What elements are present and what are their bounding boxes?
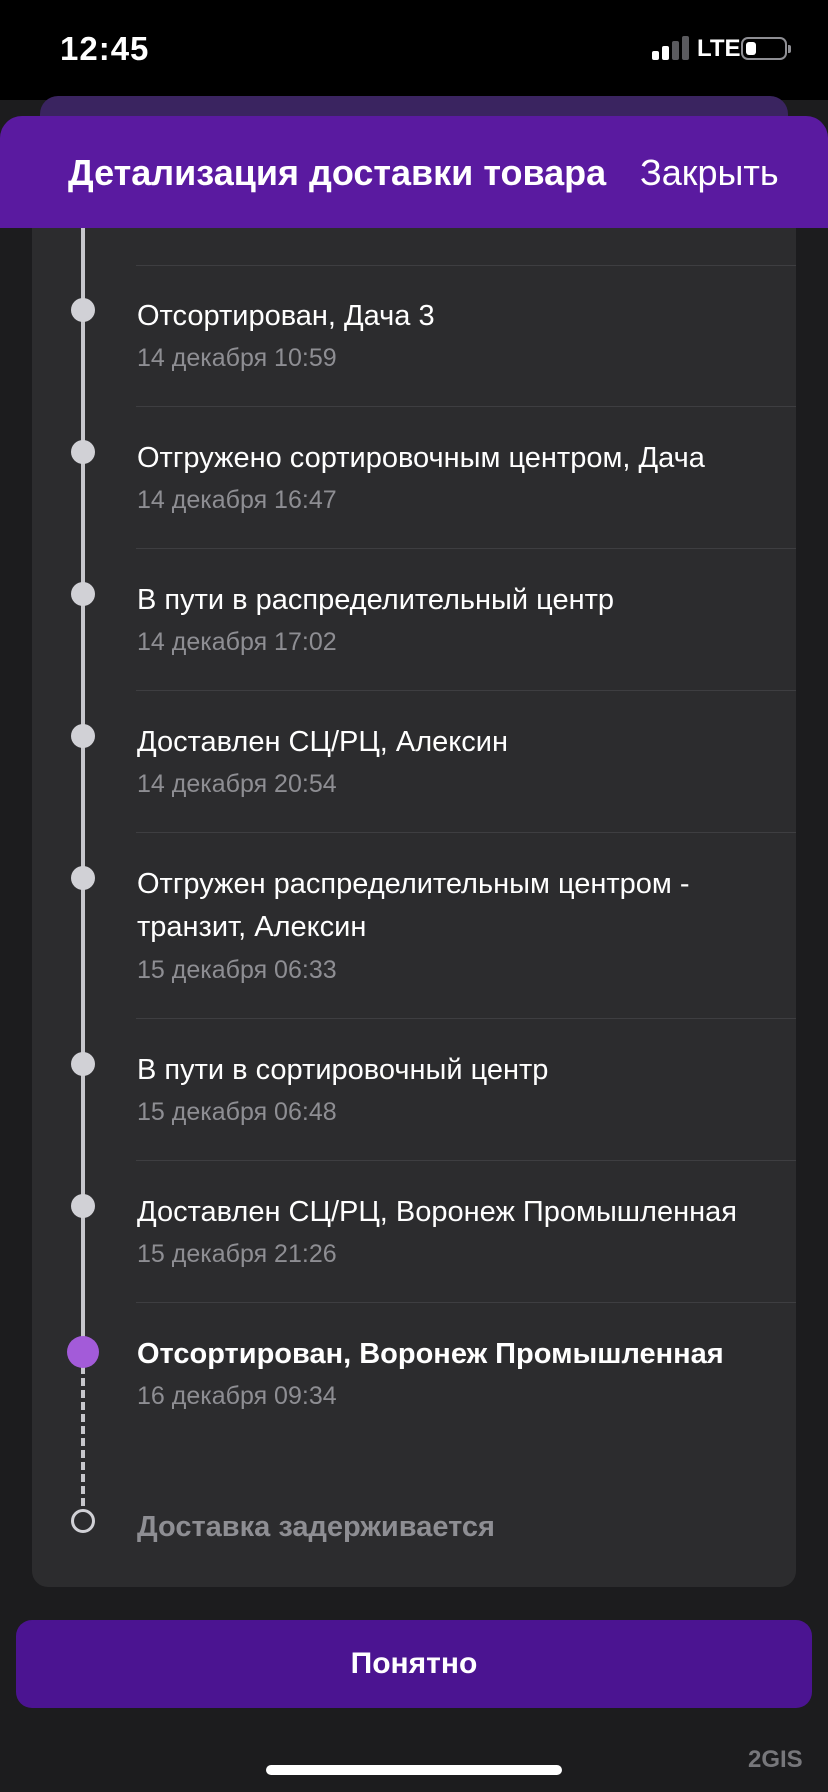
event-title: Доставлен СЦ/РЦ, Воронеж Промышленная (137, 1196, 737, 1228)
event-title: Доставлен СЦ/РЦ, Алексин (137, 726, 509, 758)
timeline-dot (71, 582, 95, 606)
network-type-label: LTE (697, 35, 741, 62)
separator (136, 690, 796, 691)
event-date: 14 декабря 16:47 (137, 486, 337, 514)
event-title: Отсортирован, Дача 3 (137, 300, 435, 332)
pending-event-title: Доставка задерживается (137, 1511, 495, 1543)
delivery-details-screen: 12:45 LTE Отсортирован, Дача 3 14 декабр… (0, 0, 828, 1792)
timeline-dot (71, 1052, 95, 1076)
event-date: 15 декабря 06:33 (137, 956, 337, 984)
event-title: В пути в сортировочный центр (137, 1054, 549, 1086)
home-indicator[interactable] (266, 1765, 562, 1775)
separator (136, 1018, 796, 1019)
modal-header: Детализация доставки товара Закрыть (0, 116, 828, 228)
separator (136, 1302, 796, 1303)
battery-icon (741, 37, 791, 60)
watermark-label: 2GIS (748, 1746, 803, 1773)
current-event-date: 16 декабря 09:34 (137, 1382, 337, 1410)
timeline-pending-line (81, 1366, 85, 1506)
ok-button[interactable]: Понятно (16, 1620, 812, 1708)
separator (136, 406, 796, 407)
timeline-dot (71, 724, 95, 748)
separator (136, 832, 796, 833)
separator (136, 548, 796, 549)
close-button[interactable]: Закрыть (640, 152, 779, 194)
event-title: В пути в распределительный центр (137, 584, 614, 616)
pending-status-dot (71, 1509, 95, 1533)
current-status-dot (67, 1336, 99, 1368)
timeline-line (81, 228, 85, 1350)
status-time: 12:45 (60, 30, 150, 67)
timeline-dot (71, 298, 95, 322)
modal-title: Детализация доставки товара (68, 152, 607, 193)
event-date: 15 декабря 21:26 (137, 1240, 337, 1268)
event-title: Отгружено сортировочным центром, Дача (137, 442, 705, 474)
event-date: 15 декабря 06:48 (137, 1098, 337, 1126)
event-title: Отгружен распределительным центром - тра… (137, 868, 690, 943)
battery-level-fill (746, 42, 756, 55)
separator (136, 1160, 796, 1161)
timeline-dot (71, 866, 95, 890)
event-date: 14 декабря 17:02 (137, 628, 337, 656)
status-bar: 12:45 LTE (0, 0, 828, 100)
event-date: 14 декабря 10:59 (137, 344, 337, 372)
cellular-signal-icon (652, 36, 690, 60)
timeline-dot (71, 440, 95, 464)
current-event-title: Отсортирован, Воронеж Промышленная (137, 1338, 724, 1370)
event-date: 14 декабря 20:54 (137, 770, 337, 798)
timeline-dot (71, 1194, 95, 1218)
separator (136, 265, 796, 266)
